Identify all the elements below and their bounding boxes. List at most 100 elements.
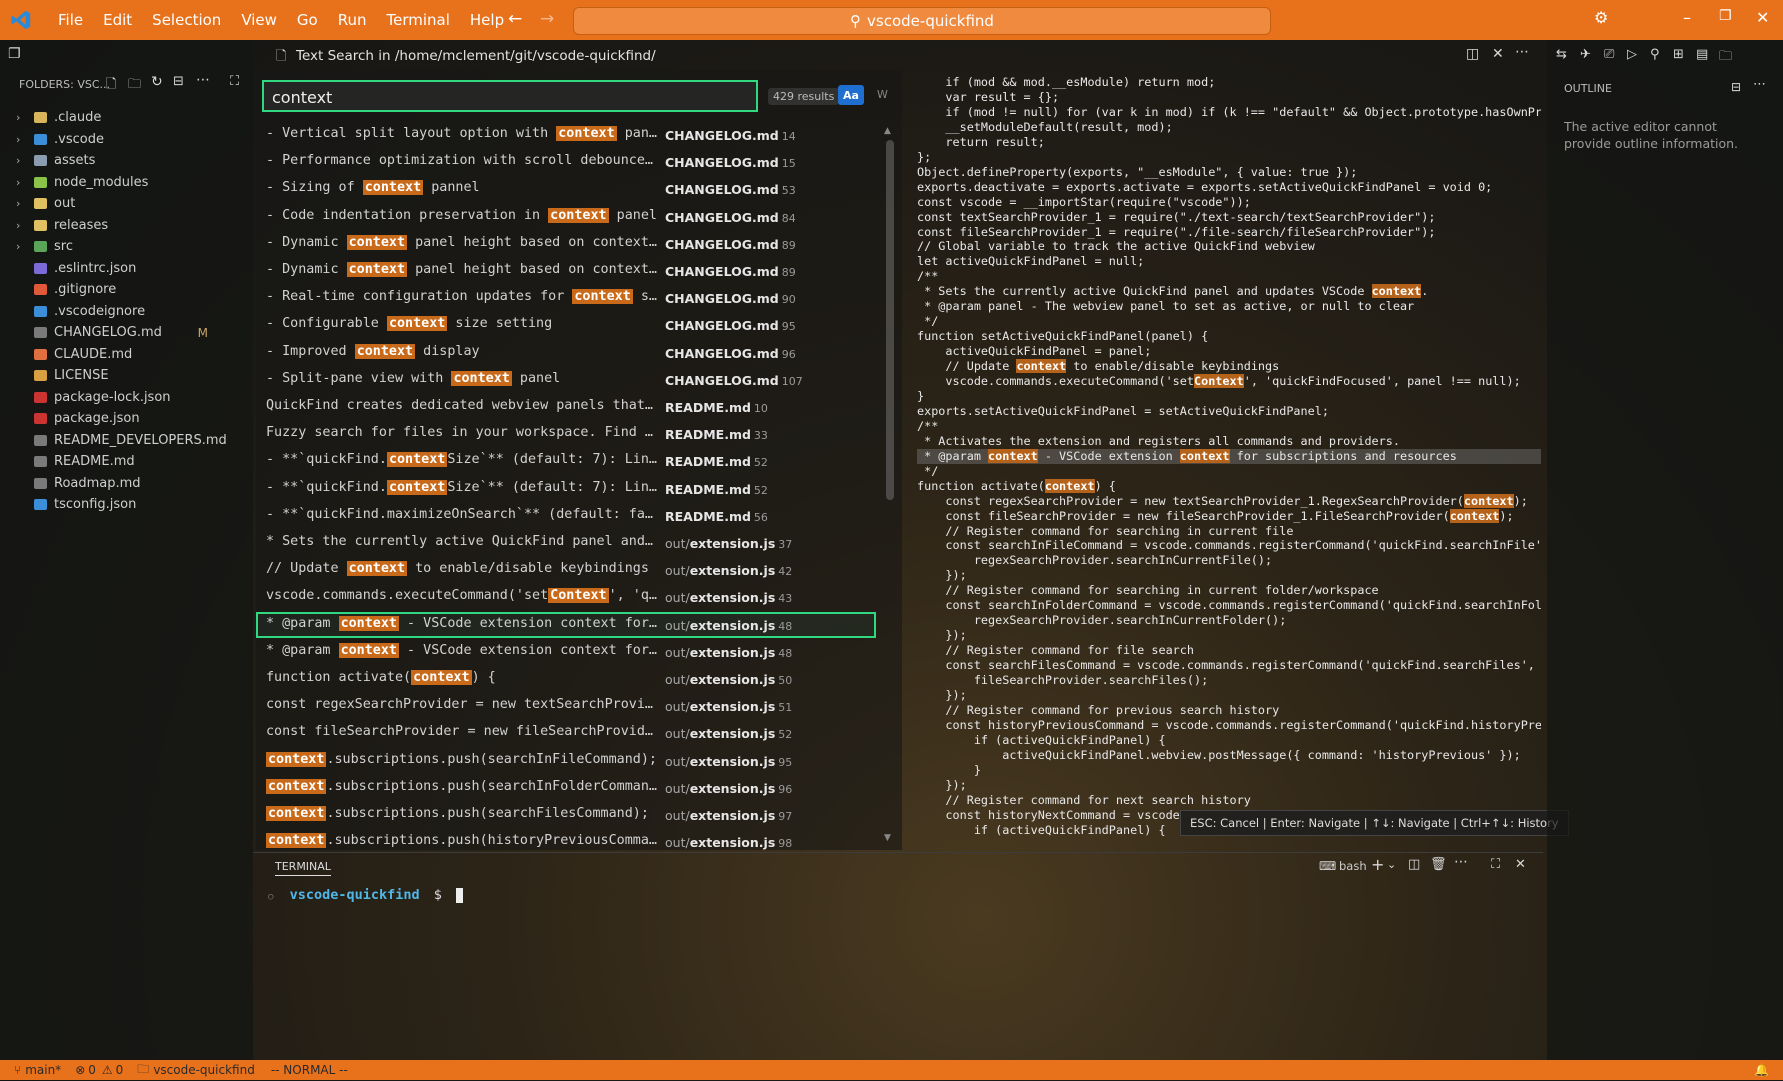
chevron-right-icon[interactable]: ›: [16, 176, 20, 189]
trash-icon[interactable]: 🗑: [1430, 857, 1447, 872]
more-actions-icon[interactable]: ⋯: [196, 72, 210, 88]
explorer-icon[interactable]: ❐: [8, 46, 21, 62]
pin-icon[interactable]: ✈: [1580, 47, 1591, 62]
new-terminal-icon[interactable]: +: [1371, 855, 1384, 874]
tree-item[interactable]: README_DEVELOPERS.md: [0, 430, 253, 451]
maximize-icon[interactable]: ⛶: [230, 74, 239, 89]
tree-item[interactable]: tsconfig.json: [0, 494, 253, 515]
tree-item[interactable]: CHANGELOG.md M: [0, 322, 253, 343]
chevron-down-icon[interactable]: ⌄: [1387, 858, 1396, 871]
scroll-up-icon[interactable]: ▲: [884, 126, 891, 136]
error-count[interactable]: 0: [88, 1063, 96, 1077]
maximize-panel-icon[interactable]: ⛶: [1491, 857, 1500, 872]
search-result-row[interactable]: QuickFind creates dedicated webview pane…: [256, 394, 876, 420]
results-scrollbar[interactable]: [886, 140, 894, 500]
search-result-row[interactable]: - Improved context display CHANGELOG.md 96: [256, 340, 876, 366]
search-result-row[interactable]: - Vertical split layout option with cont…: [256, 122, 876, 148]
menu-item-terminal[interactable]: Terminal: [377, 11, 460, 29]
search-result-row[interactable]: - Dynamic context panel height based on …: [256, 258, 876, 284]
search-result-row[interactable]: - Sizing of context pannel CHANGELOG.md 53: [256, 176, 876, 202]
menu-item-run[interactable]: Run: [328, 11, 377, 29]
document-icon[interactable]: ▤: [1696, 47, 1708, 62]
restore-icon[interactable]: ❐: [1719, 8, 1732, 24]
tree-item[interactable]: › .vscode: [0, 129, 253, 150]
terminal-prompt[interactable]: ○ vscode-quickfind $: [268, 887, 464, 903]
chevron-right-icon[interactable]: ›: [16, 240, 20, 253]
menu-item-selection[interactable]: Selection: [142, 11, 231, 29]
tree-item[interactable]: › .claude: [0, 107, 253, 128]
run-icon[interactable]: ▷: [1627, 47, 1637, 62]
menu-item-help[interactable]: Help: [460, 11, 514, 29]
search-result-row[interactable]: context .subscriptions.push(searchFilesCo…: [256, 802, 876, 828]
minimize-icon[interactable]: –: [1683, 8, 1691, 27]
find-icon[interactable]: ⚲: [1650, 47, 1660, 62]
tree-item[interactable]: Roadmap.md: [0, 473, 253, 494]
search-result-row[interactable]: const fileSearchProvider = new fileSearc…: [256, 720, 876, 746]
search-result-row[interactable]: * @param context - VSCode extension cont…: [256, 611, 876, 638]
chevron-right-icon[interactable]: ›: [16, 154, 20, 167]
editor-tab-title[interactable]: Text Search in /home/mclement/git/vscode…: [296, 48, 656, 64]
tab-terminal[interactable]: TERMINAL: [275, 860, 331, 876]
workspace-name[interactable]: vscode-quickfind: [153, 1063, 255, 1077]
new-folder-icon[interactable]: 🗀: [128, 75, 141, 97]
close-window-icon[interactable]: ✕: [1756, 8, 1769, 27]
gear-icon[interactable]: ⚙: [1594, 8, 1608, 27]
terminal-shell-label[interactable]: bash: [1339, 859, 1367, 873]
tree-item[interactable]: .eslintrc.json: [0, 258, 253, 279]
scroll-down-icon[interactable]: ▼: [884, 833, 891, 843]
menu-item-view[interactable]: View: [231, 11, 287, 29]
outline-more-icon[interactable]: ⋯: [1753, 77, 1766, 92]
menu-item-file[interactable]: File: [48, 11, 93, 29]
split-editor-icon[interactable]: ◫: [1466, 46, 1479, 62]
search-result-row[interactable]: - Performance optimization with scroll d…: [256, 149, 876, 175]
search-result-row[interactable]: Fuzzy search for files in your workspace…: [256, 421, 876, 447]
search-result-row[interactable]: context .subscriptions.push(searchInFileC…: [256, 748, 876, 774]
tab-more-icon[interactable]: ⋯: [1515, 44, 1529, 60]
chevron-right-icon[interactable]: ›: [16, 219, 20, 232]
tree-item[interactable]: package-lock.json: [0, 387, 253, 408]
tree-item[interactable]: LICENSE: [0, 365, 253, 386]
search-result-row[interactable]: context .subscriptions.push(searchInFolde…: [256, 775, 876, 801]
tree-item[interactable]: .gitignore: [0, 279, 253, 300]
branch-name[interactable]: main*: [25, 1063, 61, 1077]
menu-item-edit[interactable]: Edit: [93, 11, 142, 29]
search-result-row[interactable]: - **`quickFind.maximizeOnSearch`** (defa…: [256, 503, 876, 529]
tree-item[interactable]: .vscodeignore: [0, 301, 253, 322]
tree-item[interactable]: package.json: [0, 408, 253, 429]
notifications-icon[interactable]: 🔔: [1754, 1063, 1769, 1077]
tree-item[interactable]: README.md: [0, 451, 253, 472]
search-result-row[interactable]: - Code indentation preservation in conte…: [256, 204, 876, 230]
search-result-row[interactable]: - Dynamic context panel height based on …: [256, 231, 876, 257]
back-arrow-icon[interactable]: ←: [508, 9, 522, 29]
tree-item[interactable]: › releases: [0, 215, 253, 236]
search-result-row[interactable]: * Sets the currently active QuickFind pa…: [256, 530, 876, 556]
new-file-icon[interactable]: 🗋: [106, 75, 116, 97]
tree-item[interactable]: CLAUDE.md: [0, 344, 253, 365]
search-result-row[interactable]: - Configurable context size setting CHANG…: [256, 312, 876, 338]
search-result-row[interactable]: * @param context - VSCode extension cont…: [256, 639, 876, 665]
chevron-right-icon[interactable]: ›: [16, 111, 20, 124]
search-result-row[interactable]: vscode.commands.executeCommand('set Conte…: [256, 584, 876, 610]
forward-arrow-icon[interactable]: →: [540, 9, 554, 29]
outline-collapse-icon[interactable]: ⊟: [1731, 80, 1741, 94]
tree-item[interactable]: › assets: [0, 150, 253, 171]
warning-count[interactable]: 0: [116, 1063, 124, 1077]
search-result-row[interactable]: // Update context to enable/disable keyb…: [256, 557, 876, 583]
search-result-row[interactable]: - **`quickFind. context Size`** (default: …: [256, 476, 876, 502]
refresh-icon[interactable]: ↻: [151, 74, 163, 90]
collapse-all-icon[interactable]: ⊟: [173, 74, 184, 89]
search-input[interactable]: context: [262, 80, 758, 112]
whole-word-toggle[interactable]: W: [877, 88, 888, 101]
command-center[interactable]: ⚲ vscode-quickfind: [573, 7, 1271, 35]
chevron-right-icon[interactable]: ›: [16, 197, 20, 210]
close-tab-icon[interactable]: ✕: [1492, 46, 1504, 62]
search-result-row[interactable]: const regexSearchProvider = new textSear…: [256, 693, 876, 719]
tree-item[interactable]: › node_modules: [0, 172, 253, 193]
tree-item[interactable]: › src: [0, 236, 253, 257]
source-control-icon[interactable]: ⇆: [1556, 47, 1567, 62]
menu-item-go[interactable]: Go: [287, 11, 328, 29]
chevron-right-icon[interactable]: ›: [16, 133, 20, 146]
search-result-row[interactable]: - **`quickFind. context Size`** (default: …: [256, 448, 876, 474]
folder-icon[interactable]: 🗀: [1719, 47, 1732, 69]
split-terminal-icon[interactable]: ◫: [1408, 857, 1420, 872]
